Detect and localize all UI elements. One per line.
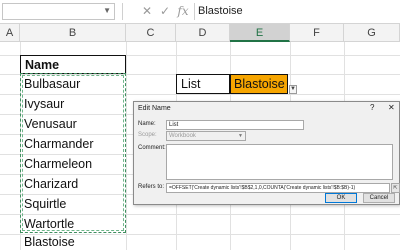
- formula-input[interactable]: Blastoise: [198, 3, 243, 20]
- dropdown-arrow-icon[interactable]: ▼: [289, 85, 297, 94]
- name-label: Name:: [138, 121, 156, 127]
- close-icon[interactable]: ✕: [388, 103, 395, 112]
- list-label-cell[interactable]: List: [176, 74, 230, 94]
- edit-name-dialog: Edit Name ? ✕ Name: List Scope: Workbook…: [133, 101, 400, 205]
- formula-bar-divider: [194, 3, 195, 20]
- chevron-down-icon[interactable]: ▼: [103, 6, 111, 15]
- comment-label: Comment:: [138, 145, 166, 151]
- list-item[interactable]: Blastoise: [20, 232, 75, 250]
- ok-button[interactable]: OK: [325, 193, 357, 203]
- column-header-e[interactable]: E: [230, 24, 290, 42]
- cancel-button[interactable]: Cancel: [363, 193, 395, 203]
- help-icon[interactable]: ?: [370, 103, 374, 112]
- range-selection-marquee-inner: [22, 75, 124, 231]
- chevron-down-icon: ▼: [238, 133, 243, 139]
- list-label: List: [181, 77, 201, 91]
- column-header-b[interactable]: B: [20, 24, 126, 42]
- comment-field[interactable]: [166, 144, 393, 180]
- column-header-f[interactable]: F: [290, 24, 344, 42]
- formula-bar-divider: [122, 3, 123, 20]
- column-header-d[interactable]: D: [176, 24, 230, 42]
- dialog-title: Edit Name: [138, 105, 171, 112]
- formula-bar: ▼ ✕ ✓ fx Blastoise: [0, 0, 400, 24]
- enter-icon[interactable]: ✓: [158, 3, 172, 20]
- name-box[interactable]: ▼: [2, 3, 115, 20]
- scope-select: Workbook ▼: [166, 131, 246, 141]
- scope-label: Scope:: [138, 132, 157, 138]
- scope-value: Workbook: [169, 133, 196, 139]
- dropdown-cell[interactable]: Blastoise: [230, 74, 288, 94]
- collapse-dialog-icon[interactable]: ⇱: [391, 183, 400, 193]
- refers-to-label: Refers to:: [138, 184, 165, 190]
- fx-icon[interactable]: fx: [176, 3, 190, 20]
- refers-to-field[interactable]: =OFFSET('Create dynamic lists'!$B$2,1,0,…: [166, 183, 390, 193]
- name-header-cell[interactable]: Name: [20, 55, 126, 74]
- cancel-icon[interactable]: ✕: [140, 3, 154, 20]
- name-field[interactable]: List: [166, 120, 304, 130]
- column-header-c[interactable]: C: [126, 24, 176, 42]
- name-header: Name: [25, 58, 60, 72]
- column-header-a[interactable]: A: [0, 24, 20, 42]
- column-header-g[interactable]: G: [344, 24, 400, 42]
